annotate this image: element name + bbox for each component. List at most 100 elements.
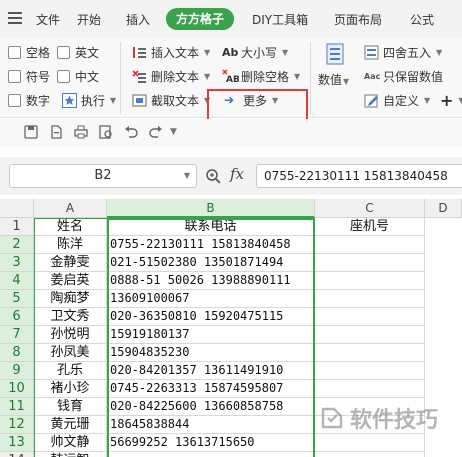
cell-landline[interactable]	[315, 308, 425, 326]
cell-landline[interactable]	[315, 254, 425, 272]
header-cell[interactable]: 座机号	[315, 218, 425, 236]
header-cell[interactable]: 姓名	[34, 218, 107, 236]
execute-button[interactable]: 执行 ▼	[62, 91, 116, 109]
tab-file[interactable]: 文件	[36, 11, 60, 28]
redo-icon[interactable]	[149, 125, 163, 139]
tab-page-layout[interactable]: 页面布局	[334, 11, 382, 28]
row-header[interactable]: 5	[0, 290, 34, 308]
row-header[interactable]: 3	[0, 254, 34, 272]
cell-phone[interactable]: 18645838844	[107, 416, 315, 434]
name-box[interactable]: B2 ▼	[9, 164, 197, 188]
cell-name[interactable]: 钱育	[34, 398, 107, 416]
column-header-c[interactable]: C	[315, 199, 425, 218]
empty-cell[interactable]	[425, 452, 462, 457]
row-header[interactable]: 7	[0, 326, 34, 344]
checkbox-space[interactable]: 空格	[8, 43, 50, 61]
cell-name[interactable]: 帅文静	[34, 434, 107, 452]
empty-cell[interactable]	[425, 308, 462, 326]
cell-landline[interactable]	[315, 272, 425, 290]
empty-cell[interactable]	[425, 362, 462, 380]
cell-name[interactable]: 孙凤美	[34, 344, 107, 362]
cell-landline[interactable]	[315, 344, 425, 362]
tab-diy-toolbox[interactable]: DIY工具箱	[252, 11, 308, 28]
cell-phone[interactable]: 020-84201357 13611491910	[107, 362, 315, 380]
cell-phone[interactable]: 15904835230	[107, 344, 315, 362]
cell-phone[interactable]: 15919180137	[107, 326, 315, 344]
tab-start[interactable]: 开始	[77, 11, 101, 28]
insert-text-button[interactable]: 插入文本 ▼	[132, 43, 210, 61]
cell-name[interactable]: 韩远智	[34, 452, 107, 457]
delete-text-button[interactable]: 删除文本 ▼	[132, 67, 210, 85]
print-icon[interactable]	[74, 125, 88, 139]
cell-name[interactable]: 孔乐	[34, 362, 107, 380]
round-button[interactable]: 四舍五入 ▼	[364, 43, 442, 61]
custom-button[interactable]: 自定义 ▼	[364, 91, 430, 109]
cell-landline[interactable]	[315, 236, 425, 254]
tab-fangfanggezi[interactable]: 方方格子	[166, 8, 234, 30]
formula-input[interactable]: 0755-22130111 15813840458	[256, 164, 462, 188]
cell-name[interactable]: 姜启英	[34, 272, 107, 290]
empty-cell[interactable]	[425, 380, 462, 398]
cell-phone[interactable]: 56699252 13613715650	[107, 434, 315, 452]
save-icon[interactable]	[24, 125, 38, 139]
empty-cell[interactable]	[425, 236, 462, 254]
zoom-search-icon[interactable]	[205, 168, 221, 187]
hamburger-menu-icon[interactable]	[8, 12, 22, 24]
select-all-corner[interactable]	[0, 199, 34, 218]
tab-insert[interactable]: 插入	[126, 11, 150, 28]
checkbox-number[interactable]: 数字	[8, 91, 50, 109]
extract-text-button[interactable]: 截取文本 ▼	[132, 91, 210, 109]
fx-icon[interactable]: fx	[230, 165, 244, 183]
cell-name[interactable]: 褚小珍	[34, 380, 107, 398]
cell-name[interactable]: 陈洋	[34, 236, 107, 254]
cell-name[interactable]: 金静雯	[34, 254, 107, 272]
cell-phone[interactable]: 0745-2263313 15874595807	[107, 380, 315, 398]
row-header[interactable]: 14	[0, 452, 34, 457]
tab-formula[interactable]: 公式	[410, 11, 434, 28]
empty-cell[interactable]	[425, 326, 462, 344]
empty-cell[interactable]	[425, 344, 462, 362]
row-header[interactable]: 2	[0, 236, 34, 254]
cell-landline[interactable]	[315, 362, 425, 380]
cell-name[interactable]: 卫文秀	[34, 308, 107, 326]
row-header[interactable]: 1	[0, 218, 34, 236]
row-header[interactable]: 13	[0, 434, 34, 452]
empty-cell[interactable]	[425, 434, 462, 452]
row-header[interactable]: 8	[0, 344, 34, 362]
cell-name[interactable]: 黄元珊	[34, 416, 107, 434]
cell-landline[interactable]	[315, 434, 425, 452]
empty-cell[interactable]	[425, 218, 462, 236]
row-header[interactable]: 12	[0, 416, 34, 434]
cell-phone[interactable]: 021-51502380 13501871494	[107, 254, 315, 272]
cell-name[interactable]: 孙悦明	[34, 326, 107, 344]
keep-value-button[interactable]: Aac 只保留数值	[364, 67, 443, 85]
delete-space-button[interactable]: AB 删除空格 ▼	[222, 67, 300, 85]
cell-phone[interactable]: 13609100067	[107, 290, 315, 308]
cell-phone[interactable]: 020-84225600 13660858758	[107, 398, 315, 416]
row-header[interactable]: 9	[0, 362, 34, 380]
undo-icon[interactable]	[124, 125, 138, 139]
column-header-a[interactable]: A	[34, 199, 107, 218]
empty-cell[interactable]	[425, 254, 462, 272]
row-header[interactable]: 10	[0, 380, 34, 398]
checkbox-symbol[interactable]: 符号	[8, 67, 50, 85]
cell-landline[interactable]	[315, 380, 425, 398]
plus-button[interactable]: + ▼	[440, 91, 462, 110]
checkbox-chinese[interactable]: 中文	[57, 67, 99, 85]
cell-landline[interactable]	[315, 452, 425, 457]
cell-landline[interactable]	[315, 326, 425, 344]
row-header[interactable]: 11	[0, 398, 34, 416]
empty-cell[interactable]	[425, 290, 462, 308]
cell-phone[interactable]: 020-36350810 15920475115	[107, 308, 315, 326]
cell-phone[interactable]: 0888-51 50026 13988890111	[107, 272, 315, 290]
cell-phone[interactable]: 0755-22130111 15813840458	[107, 236, 315, 254]
chevron-down-icon[interactable]: ▼	[170, 125, 184, 139]
print-preview-icon[interactable]	[99, 125, 113, 139]
numeric-button[interactable]: 数值▼	[316, 43, 356, 95]
row-header[interactable]: 6	[0, 308, 34, 326]
checkbox-english[interactable]: 英文	[57, 43, 99, 61]
column-header-b[interactable]: B	[107, 199, 315, 218]
case-button[interactable]: Ab 大小写 ▼	[222, 43, 288, 61]
row-header[interactable]: 4	[0, 272, 34, 290]
empty-cell[interactable]	[425, 272, 462, 290]
